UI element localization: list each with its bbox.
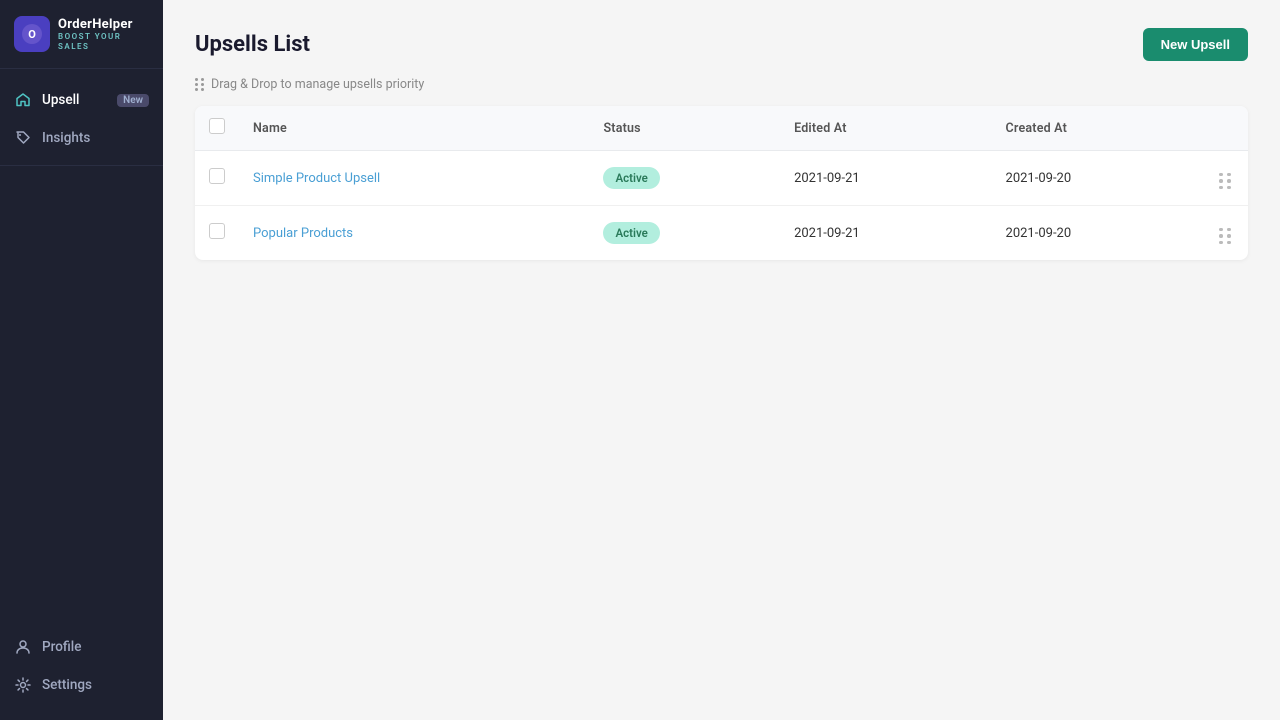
row2-drag-cell — [1203, 206, 1248, 261]
row1-checkbox[interactable] — [209, 168, 225, 184]
brand-name: OrderHelper — [58, 17, 149, 33]
sidebar-item-upsell[interactable]: Upsell New — [0, 81, 163, 119]
row2-edited-at: 2021-09-21 — [780, 206, 991, 261]
sidebar-item-insights-label: Insights — [42, 130, 90, 146]
sidebar-item-settings[interactable]: Settings — [0, 666, 163, 704]
table-body: Simple Product Upsell Active 2021-09-21 … — [195, 151, 1248, 261]
page-title: Upsells List — [195, 32, 310, 57]
row2-created-at: 2021-09-20 — [992, 206, 1203, 261]
sidebar-item-insights[interactable]: Insights — [0, 119, 163, 157]
svg-text:O: O — [28, 28, 36, 41]
page-header: Upsells List New Upsell — [195, 28, 1248, 61]
upsells-table-container: Name Status Edited At Created At — [195, 106, 1248, 260]
row2-drag-handle[interactable] — [1217, 226, 1234, 247]
upsells-table: Name Status Edited At Created At — [195, 106, 1248, 260]
logo-text: OrderHelper Boost your sales — [58, 17, 149, 52]
select-all-checkbox[interactable] — [209, 118, 225, 134]
row1-edited-at: 2021-09-21 — [780, 151, 991, 206]
col-header-actions — [1203, 106, 1248, 151]
col-header-status: Status — [589, 106, 780, 151]
col-header-name: Name — [239, 106, 589, 151]
new-upsell-button[interactable]: New Upsell — [1143, 28, 1248, 61]
drag-hint-text: Drag & Drop to manage upsells priority — [211, 77, 424, 92]
home-icon — [14, 91, 32, 109]
row2-checkbox-cell — [195, 206, 239, 261]
row2-checkbox[interactable] — [209, 223, 225, 239]
row1-checkbox-cell — [195, 151, 239, 206]
col-header-created-at: Created At — [992, 106, 1203, 151]
nav-divider — [0, 165, 163, 166]
sidebar-item-profile-label: Profile — [42, 639, 81, 655]
sidebar-item-settings-label: Settings — [42, 677, 92, 693]
row1-drag-handle[interactable] — [1217, 171, 1234, 192]
header-checkbox-cell — [195, 106, 239, 151]
sidebar-item-profile[interactable]: Profile — [0, 628, 163, 666]
logo-icon: O — [14, 16, 50, 52]
table-header: Name Status Edited At Created At — [195, 106, 1248, 151]
row2-status-cell: Active — [589, 206, 780, 261]
content-area: Upsells List New Upsell Drag & Drop to m… — [163, 0, 1280, 720]
new-badge: New — [117, 94, 149, 107]
col-header-edited-at: Edited At — [780, 106, 991, 151]
settings-icon — [14, 676, 32, 694]
nav-bottom: Profile Settings — [0, 620, 163, 720]
main-content: Upsells List New Upsell Drag & Drop to m… — [163, 0, 1280, 720]
row1-created-at: 2021-09-20 — [992, 151, 1203, 206]
row1-name-cell: Simple Product Upsell — [239, 151, 589, 206]
row1-status-badge: Active — [603, 167, 659, 189]
sidebar: O OrderHelper Boost your sales Upsell Ne… — [0, 0, 163, 720]
row2-name-link[interactable]: Popular Products — [253, 226, 353, 241]
table-row: Simple Product Upsell Active 2021-09-21 … — [195, 151, 1248, 206]
logo-area: O OrderHelper Boost your sales — [0, 0, 163, 69]
drag-hint-icon — [195, 78, 205, 91]
nav-section-main: Upsell New Insights — [0, 69, 163, 620]
row1-status-cell: Active — [589, 151, 780, 206]
table-row: Popular Products Active 2021-09-21 2021-… — [195, 206, 1248, 261]
tag-icon — [14, 129, 32, 147]
drag-hint: Drag & Drop to manage upsells priority — [195, 77, 1248, 92]
row2-name-cell: Popular Products — [239, 206, 589, 261]
sidebar-item-upsell-label: Upsell — [42, 92, 79, 108]
brand-tagline: Boost your sales — [58, 32, 149, 51]
profile-icon — [14, 638, 32, 656]
row1-drag-cell — [1203, 151, 1248, 206]
row1-name-link[interactable]: Simple Product Upsell — [253, 171, 380, 186]
row2-status-badge: Active — [603, 222, 659, 244]
